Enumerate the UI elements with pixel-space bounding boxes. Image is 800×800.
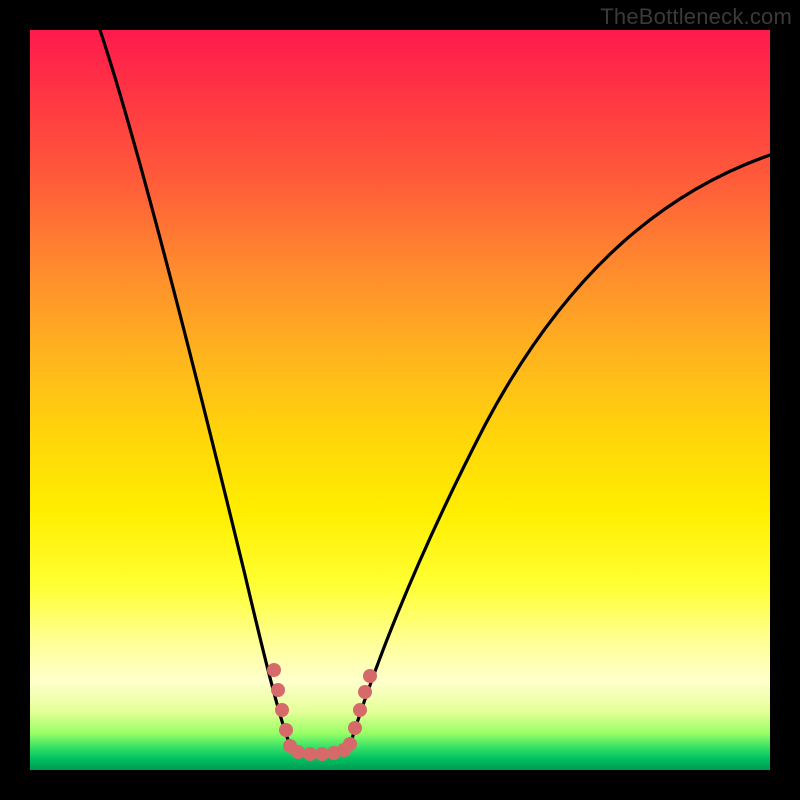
- curve-right-branch: [350, 155, 770, 745]
- curve-left-branch: [100, 30, 290, 745]
- watermark-text: TheBottleneck.com: [600, 4, 792, 30]
- curve-layer: [30, 30, 770, 770]
- chart-frame: TheBottleneck.com: [0, 0, 800, 800]
- valley-marker: [267, 663, 377, 761]
- plot-area: [30, 30, 770, 770]
